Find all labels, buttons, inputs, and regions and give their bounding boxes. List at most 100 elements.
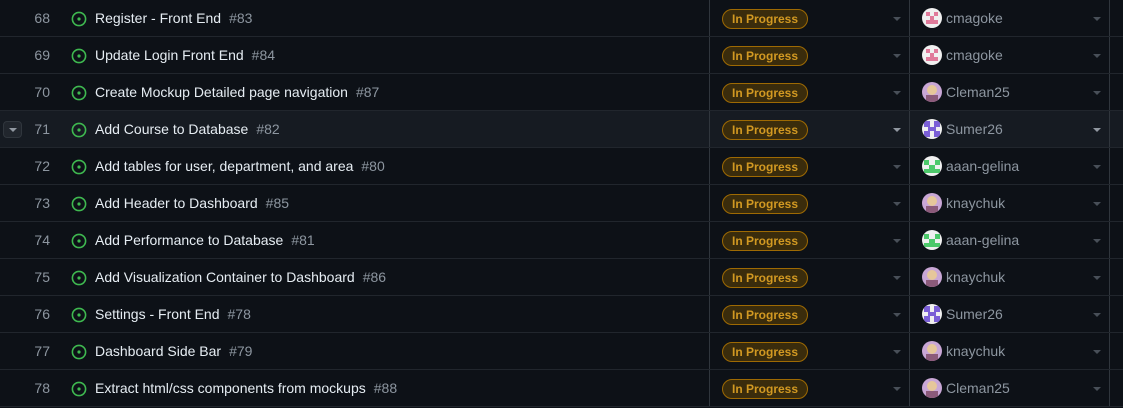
status-badge[interactable]: In Progress — [722, 157, 809, 177]
status-badge[interactable]: In Progress — [722, 268, 809, 288]
status-badge[interactable]: In Progress — [722, 83, 809, 103]
chevron-down-icon[interactable] — [893, 17, 901, 21]
issue-title-text[interactable]: Dashboard Side Bar — [95, 343, 221, 359]
column-divider — [709, 259, 710, 295]
issue-title-text[interactable]: Settings - Front End — [95, 306, 220, 322]
assignee-name[interactable]: cmagoke — [946, 0, 1003, 36]
table-row[interactable]: 70 Create Mockup Detailed page navigation… — [0, 74, 1123, 111]
issue-title[interactable]: Create Mockup Detailed page navigation #8… — [95, 74, 379, 110]
column-divider — [1109, 185, 1110, 221]
column-divider — [909, 37, 910, 73]
issue-opened-icon — [71, 344, 87, 360]
status-badge[interactable]: In Progress — [722, 342, 809, 362]
assignee-name[interactable]: Cleman25 — [946, 370, 1010, 406]
issue-title[interactable]: Register - Front End #83 — [95, 0, 252, 36]
issue-title-text[interactable]: Extract html/css components from mockups — [95, 380, 366, 396]
chevron-down-icon[interactable] — [1093, 54, 1101, 58]
table-row[interactable]: 68 Register - Front End #83 In Progress cmag… — [0, 0, 1123, 37]
chevron-down-icon[interactable] — [893, 387, 901, 391]
column-divider — [1109, 37, 1110, 73]
table-row[interactable]: 74 Add Performance to Database #81 In Progr… — [0, 222, 1123, 259]
issue-title-text[interactable]: Add Visualization Container to Dashboard — [95, 269, 355, 285]
chevron-down-icon[interactable] — [1093, 239, 1101, 243]
table-row[interactable]: 72 Add tables for user, department, and a… — [0, 148, 1123, 185]
chevron-down-icon[interactable] — [893, 202, 901, 206]
issue-title[interactable]: Dashboard Side Bar #79 — [95, 333, 252, 369]
issue-title[interactable]: Add Visualization Container to Dashboard… — [95, 259, 386, 295]
assignee-name[interactable]: aaan-gelina — [946, 148, 1019, 184]
chevron-down-icon[interactable] — [893, 276, 901, 280]
chevron-down-icon[interactable] — [1093, 313, 1101, 317]
column-divider — [1109, 222, 1110, 258]
issue-number: #82 — [256, 121, 280, 137]
column-divider — [709, 222, 710, 258]
avatar — [922, 304, 942, 324]
avatar — [922, 193, 942, 213]
assignee-name[interactable]: knaychuk — [946, 185, 1005, 221]
column-divider — [909, 185, 910, 221]
assignee-name[interactable]: Cleman25 — [946, 74, 1010, 110]
status-badge[interactable]: In Progress — [722, 120, 809, 140]
assignee-name[interactable]: cmagoke — [946, 37, 1003, 73]
status-badge[interactable]: In Progress — [722, 9, 809, 29]
status-badge[interactable]: In Progress — [722, 379, 809, 399]
column-divider — [709, 148, 710, 184]
issue-title-text[interactable]: Add Performance to Database — [95, 232, 283, 248]
chevron-down-icon[interactable] — [893, 350, 901, 354]
chevron-down-icon[interactable] — [1093, 276, 1101, 280]
chevron-down-icon[interactable] — [893, 54, 901, 58]
issue-title-text[interactable]: Add Header to Dashboard — [95, 195, 258, 211]
chevron-down-icon[interactable] — [1093, 202, 1101, 206]
chevron-down-icon[interactable] — [893, 128, 901, 132]
chevron-down-icon[interactable] — [893, 313, 901, 317]
issue-title[interactable]: Add tables for user, department, and are… — [95, 148, 385, 184]
column-divider — [1109, 333, 1110, 369]
status-badge[interactable]: In Progress — [722, 194, 809, 214]
issue-title[interactable]: Update Login Front End #84 — [95, 37, 275, 73]
table-row[interactable]: 73 Add Header to Dashboard #85 In Progress k… — [0, 185, 1123, 222]
issue-number: #79 — [229, 343, 253, 359]
column-divider — [1109, 148, 1110, 184]
assignee-name[interactable]: Sumer26 — [946, 111, 1003, 147]
issue-title[interactable]: Add Performance to Database #81 — [95, 222, 315, 258]
assignee-name[interactable]: aaan-gelina — [946, 222, 1019, 258]
assignee-name[interactable]: knaychuk — [946, 333, 1005, 369]
status-badge[interactable]: In Progress — [722, 46, 809, 66]
assignee-name[interactable]: Sumer26 — [946, 296, 1003, 332]
chevron-down-icon[interactable] — [1093, 387, 1101, 391]
issue-opened-icon — [71, 270, 87, 286]
chevron-down-icon[interactable] — [1093, 91, 1101, 95]
issue-title[interactable]: Add Course to Database #82 — [95, 111, 280, 147]
chevron-down-icon[interactable] — [1093, 128, 1101, 132]
issue-title-text[interactable]: Register - Front End — [95, 10, 221, 26]
issue-title-text[interactable]: Add tables for user, department, and are… — [95, 158, 353, 174]
status-badge[interactable]: In Progress — [722, 305, 809, 325]
chevron-down-icon[interactable] — [1093, 17, 1101, 21]
table-row[interactable]: 77 Dashboard Side Bar #79 In Progress knaych… — [0, 333, 1123, 370]
chevron-down-icon[interactable] — [1093, 350, 1101, 354]
issue-title-text[interactable]: Add Course to Database — [95, 121, 248, 137]
assignee-name[interactable]: knaychuk — [946, 259, 1005, 295]
issue-title[interactable]: Extract html/css components from mockups… — [95, 370, 397, 406]
issue-title-text[interactable]: Create Mockup Detailed page navigation — [95, 84, 348, 100]
avatar — [922, 8, 942, 28]
table-row[interactable]: 76 Settings - Front End #78 In Progress Sume… — [0, 296, 1123, 333]
issue-number: #85 — [265, 195, 290, 211]
issue-title[interactable]: Settings - Front End #78 — [95, 296, 251, 332]
column-divider — [909, 74, 910, 110]
table-row[interactable]: 69 Update Login Front End #84 In Progress cm… — [0, 37, 1123, 74]
chevron-down-icon[interactable] — [893, 165, 901, 169]
status-badge[interactable]: In Progress — [722, 231, 809, 251]
issue-opened-icon — [71, 85, 87, 101]
table-row[interactable]: 75 Add Visualization Container to Dashboa… — [0, 259, 1123, 296]
row-number: 72 — [34, 158, 50, 174]
row-number: 70 — [34, 84, 50, 100]
chevron-down-icon[interactable] — [893, 91, 901, 95]
issue-title[interactable]: Add Header to Dashboard #85 — [95, 185, 289, 221]
table-row[interactable]: 78 Extract html/css components from mocku… — [0, 370, 1123, 407]
issue-title-text[interactable]: Update Login Front End — [95, 47, 244, 63]
row-number: 76 — [34, 306, 50, 322]
table-row[interactable]: 71 Add Course to Database #82 In Progress Su… — [0, 111, 1123, 148]
chevron-down-icon[interactable] — [1093, 165, 1101, 169]
chevron-down-icon[interactable] — [893, 239, 901, 243]
